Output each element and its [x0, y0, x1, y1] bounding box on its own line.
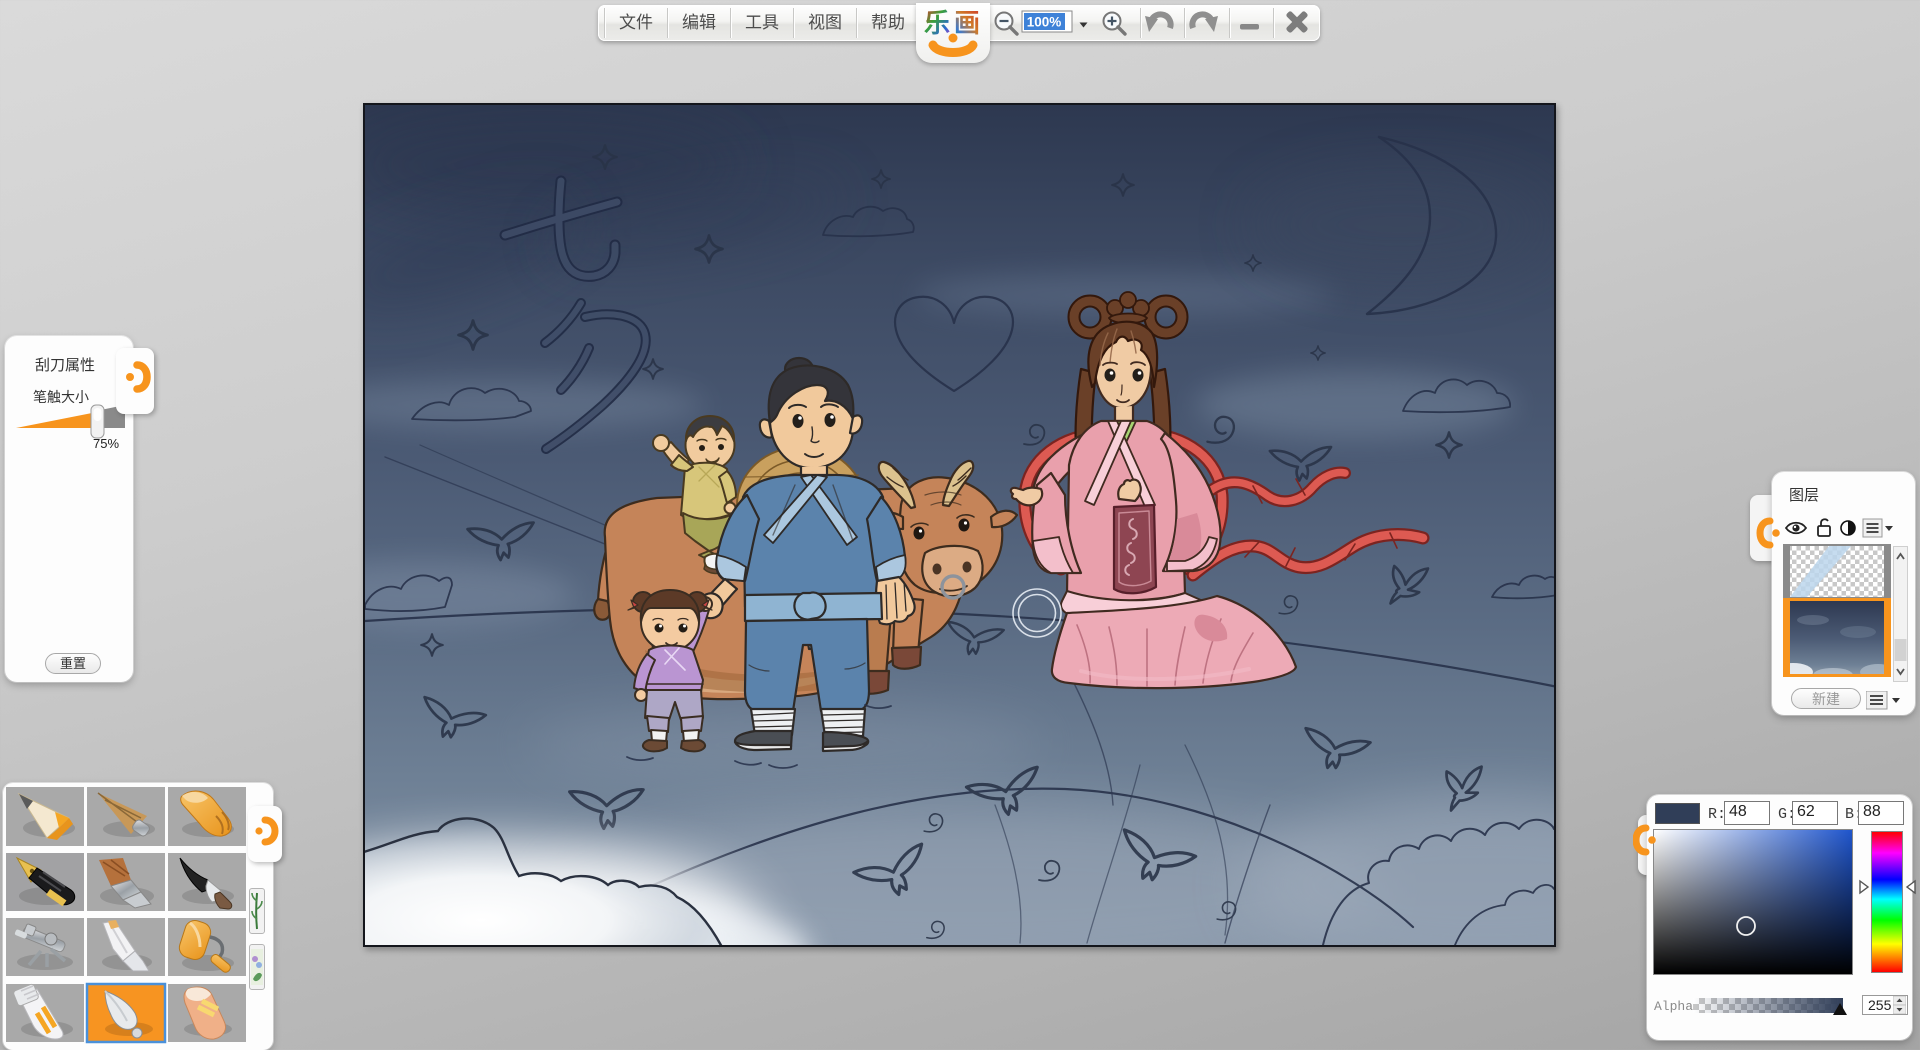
- svg-text:100%: 100%: [1027, 15, 1062, 30]
- svg-text:画: 画: [954, 8, 980, 38]
- svg-text:乐: 乐: [924, 8, 950, 38]
